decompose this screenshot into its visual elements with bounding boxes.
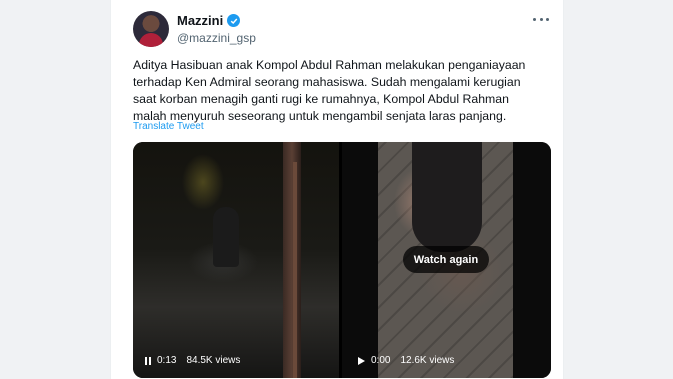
media-grid: 0:13 84.5K views Watch again 0:00 12.6K … bbox=[133, 142, 551, 378]
video-views: 12.6K views bbox=[400, 355, 455, 366]
video-time: 0:00 bbox=[371, 355, 391, 366]
author-name-row: Mazzini bbox=[177, 13, 241, 28]
tweet-text-line: terhadap Ken Admiral seorang mahasiswa. … bbox=[133, 75, 521, 89]
video-frame-person bbox=[412, 142, 482, 252]
translate-tweet-link[interactable]: Translate Tweet bbox=[133, 121, 204, 132]
video-player-1[interactable]: 0:13 84.5K views bbox=[133, 142, 339, 378]
avatar[interactable] bbox=[133, 11, 169, 47]
video-views: 84.5K views bbox=[186, 355, 241, 366]
verified-badge-icon bbox=[227, 14, 241, 27]
video-frame-pillar bbox=[283, 142, 301, 378]
play-icon[interactable] bbox=[358, 356, 365, 365]
video-controls-1: 0:13 84.5K views bbox=[145, 355, 240, 366]
display-name[interactable]: Mazzini bbox=[177, 13, 223, 28]
video-frame-figure bbox=[213, 207, 239, 267]
video-letterbox-left bbox=[342, 142, 378, 378]
watch-again-button[interactable]: Watch again bbox=[403, 246, 489, 273]
video-letterbox-right bbox=[513, 142, 551, 378]
tweet-card: Mazzini @mazzini_gsp Aditya Hasibuan ana… bbox=[110, 0, 564, 379]
tweet-text-line: Aditya Hasibuan anak Kompol Abdul Rahman… bbox=[133, 58, 526, 72]
pause-icon[interactable] bbox=[145, 356, 151, 365]
tweet-text: Aditya Hasibuan anak Kompol Abdul Rahman… bbox=[133, 57, 545, 125]
video-controls-2: 0:00 12.6K views bbox=[358, 355, 454, 366]
video-time: 0:13 bbox=[157, 355, 177, 366]
video-player-2[interactable]: Watch again 0:00 12.6K views bbox=[342, 142, 551, 378]
video-frame-pole bbox=[293, 162, 297, 378]
author-handle[interactable]: @mazzini_gsp bbox=[177, 31, 256, 45]
tweet-text-line: saat korban menagih ganti rugi ke rumahn… bbox=[133, 92, 509, 106]
more-options-icon[interactable] bbox=[533, 14, 549, 24]
